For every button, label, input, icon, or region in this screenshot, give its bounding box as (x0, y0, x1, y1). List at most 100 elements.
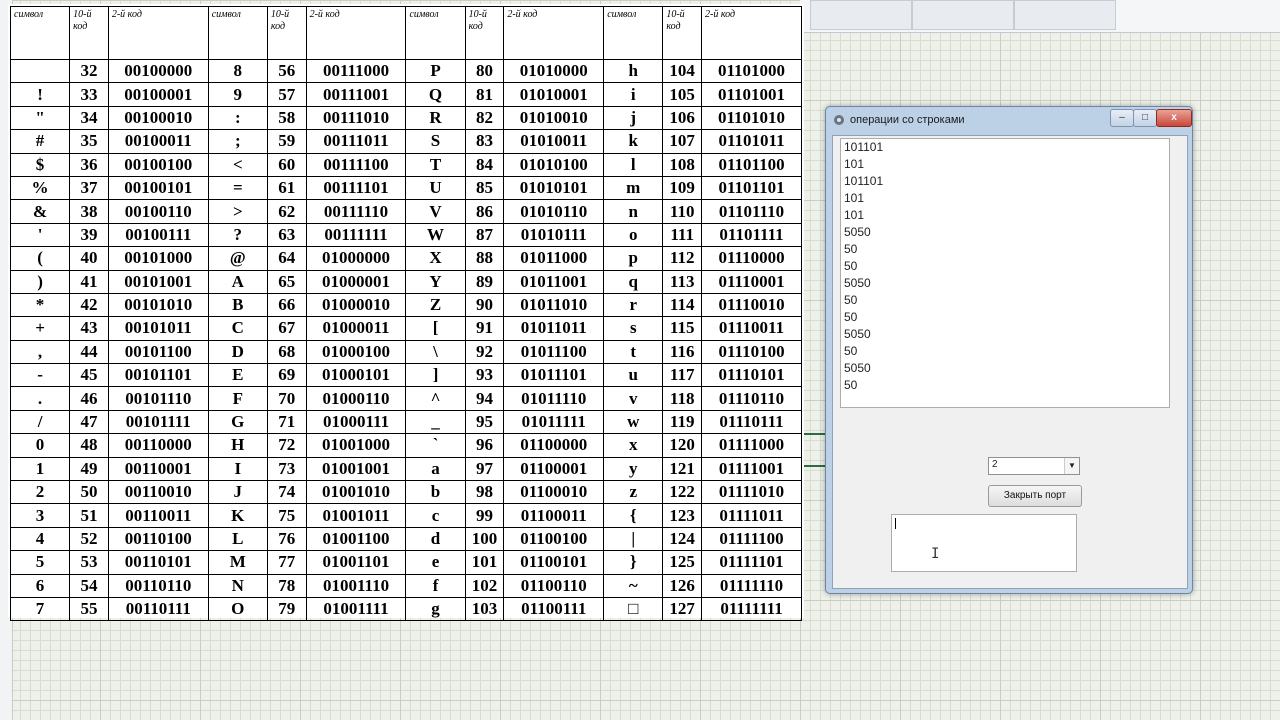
table-cell: ] (405, 363, 466, 388)
table-cell: 55 (69, 596, 109, 622)
table-cell: 01100011 (503, 503, 605, 528)
table-cell: 83 (464, 129, 505, 154)
list-item[interactable]: 50 (841, 377, 1169, 394)
table-cell: 70 (266, 386, 307, 411)
table-cell: 01110001 (701, 269, 802, 294)
list-item[interactable]: 50 (841, 309, 1169, 326)
table-cell: 84 (464, 152, 505, 177)
table-cell: 50 (69, 480, 109, 505)
table-cell: m (603, 175, 664, 201)
table-cell: 01111101 (701, 550, 802, 575)
maximize-button[interactable]: □ (1133, 109, 1157, 127)
table-cell: 47 (69, 409, 109, 435)
table-cell: 01101011 (701, 129, 802, 154)
table-cell: 00101110 (107, 386, 209, 411)
table-cell: 107 (662, 129, 703, 154)
column-header: символ (405, 6, 466, 60)
table-cell: 80 (464, 58, 505, 84)
table-cell: 66 (266, 292, 307, 318)
table-cell: 01011101 (503, 363, 605, 388)
table-cell: 01111010 (701, 480, 802, 505)
table-cell: 01001010 (305, 480, 407, 505)
table-cell: 01100110 (503, 573, 605, 598)
table-cell: 93 (464, 363, 505, 388)
table-cell: 01010101 (503, 175, 605, 201)
table-cell: 01110010 (701, 292, 802, 318)
table-cell: 117 (662, 363, 703, 388)
list-item[interactable]: 50 (841, 241, 1169, 258)
table-cell: h (603, 58, 664, 84)
input-textbox[interactable] (891, 514, 1077, 572)
table-cell: 01011000 (503, 246, 605, 271)
table-cell: T (405, 152, 466, 177)
list-item[interactable]: 5050 (841, 275, 1169, 292)
table-cell: 92 (464, 339, 505, 365)
list-item[interactable]: 5050 (841, 326, 1169, 343)
string-operations-window: операции со строками – □ x 101101 101 1011… (825, 106, 1193, 594)
table-cell: > (207, 199, 268, 224)
table-cell: ~ (603, 573, 664, 598)
toolbar-button[interactable] (810, 0, 912, 30)
list-item[interactable]: 50 (841, 343, 1169, 360)
table-cell: 39 (69, 222, 109, 248)
list-item[interactable]: 50 (841, 258, 1169, 275)
table-cell: 64 (266, 246, 307, 271)
column-header: 2-й код (503, 6, 605, 60)
table-cell: 01111001 (701, 456, 802, 482)
table-cell: 32 (69, 58, 109, 84)
port-combobox[interactable]: 2 ▼ (988, 457, 1080, 475)
table-cell: 01010011 (503, 129, 605, 154)
output-listbox[interactable]: 101101 101 101101 101 101 5050 50 50 5050 50 50 505… (840, 138, 1170, 408)
table-cell: A (207, 269, 268, 294)
table-cell: Z (405, 292, 466, 318)
list-item[interactable]: 101 (841, 190, 1169, 207)
table-row: 7 55 00110111 O 79 01001111 g 103 01100111 □ 127 01… (9, 596, 802, 622)
table-cell: 01011100 (503, 339, 605, 365)
table-cell: 01110110 (701, 386, 802, 411)
table-cell: 00110101 (107, 550, 209, 575)
ascii-code-table: символ 10-й код 2-й код символ 10-й код 2-й к… (8, 4, 804, 622)
close-port-button[interactable]: Закрыть порт (988, 485, 1082, 507)
text-caret (895, 518, 896, 529)
table-cell: 01111110 (701, 573, 802, 598)
list-item[interactable]: 101101 (841, 139, 1169, 156)
table-cell: 01001001 (305, 456, 407, 482)
table-cell: 35 (69, 129, 109, 154)
table-cell: w (603, 409, 664, 435)
table-cell: * (9, 292, 71, 318)
list-item[interactable]: 101 (841, 207, 1169, 224)
table-cell: 68 (266, 339, 307, 365)
table-cell: # (9, 129, 71, 154)
close-button[interactable]: x (1156, 109, 1192, 127)
table-cell: 01000100 (305, 339, 407, 365)
chevron-down-icon[interactable]: ▼ (1064, 458, 1079, 474)
table-cell: 00100101 (107, 175, 209, 201)
table-cell: 72 (266, 433, 307, 458)
list-item[interactable]: 101 (841, 156, 1169, 173)
table-cell: ( (9, 246, 71, 271)
table-cell: 48 (69, 433, 109, 458)
minimize-button[interactable]: – (1110, 109, 1134, 127)
toolbar-button[interactable] (1014, 0, 1116, 30)
list-item[interactable]: 101101 (841, 173, 1169, 190)
table-cell: 127 (662, 596, 703, 622)
list-item[interactable]: 50 (841, 292, 1169, 309)
table-row: ' 39 00100111? 63 00111111 W 87 01010111 o 111 011… (9, 222, 802, 248)
table-row: & 38 00100110 >62 00111110 V 86 01010110 n 110 011… (9, 199, 802, 224)
table-cell: 01001101 (305, 550, 407, 575)
list-item[interactable]: 5050 (841, 224, 1169, 241)
table-cell: f (405, 573, 466, 598)
table-row: 6 54 00110110 N 78 01001110 f 102 01100110 ~126 01… (9, 573, 802, 598)
title-bar[interactable]: операции со строками – □ x (826, 107, 1192, 133)
table-cell: = (207, 175, 268, 201)
table-cell: 73 (266, 456, 307, 482)
table-row: 2 50 00110010 J 74 01001010 b 98 01100010 z 122 011… (9, 480, 802, 505)
table-cell: 67 (266, 316, 307, 341)
table-cell: 96 (464, 433, 505, 458)
table-row: /47 00101111 G 71 01000111 _ 95 01011111 w 119 011… (9, 409, 802, 435)
toolbar-button[interactable] (912, 0, 1014, 30)
table-cell: o (603, 222, 664, 248)
table-cell: 52 (69, 526, 109, 552)
table-cell: 85 (464, 175, 505, 201)
list-item[interactable]: 5050 (841, 360, 1169, 377)
